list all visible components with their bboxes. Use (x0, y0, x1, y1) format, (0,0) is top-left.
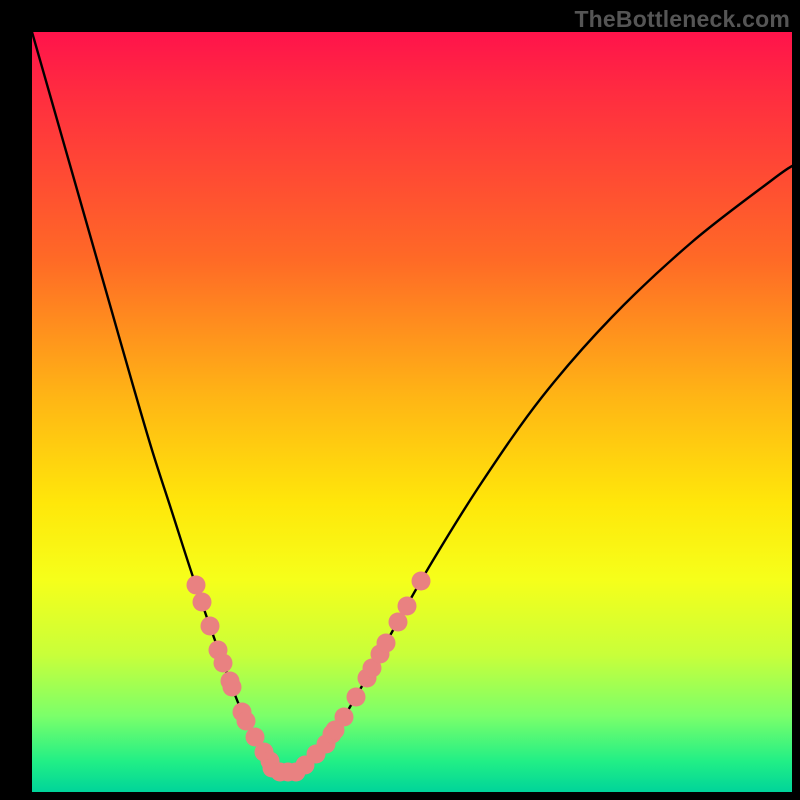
marker-dot (377, 634, 396, 653)
marker-dot (389, 613, 408, 632)
marker-dot (412, 572, 431, 591)
chart-frame: TheBottleneck.com (0, 0, 800, 800)
marker-dot (335, 708, 354, 727)
marker-dot (223, 678, 242, 697)
chart-svg (32, 32, 792, 792)
plot-area (32, 32, 792, 792)
highlight-markers (187, 572, 431, 782)
marker-dot (237, 712, 256, 731)
watermark-text: TheBottleneck.com (574, 6, 790, 33)
marker-dot (347, 688, 366, 707)
marker-dot (193, 593, 212, 612)
marker-dot (398, 597, 417, 616)
marker-dot (201, 617, 220, 636)
marker-dot (187, 576, 206, 595)
bottleneck-curve (32, 32, 792, 773)
marker-dot (214, 654, 233, 673)
